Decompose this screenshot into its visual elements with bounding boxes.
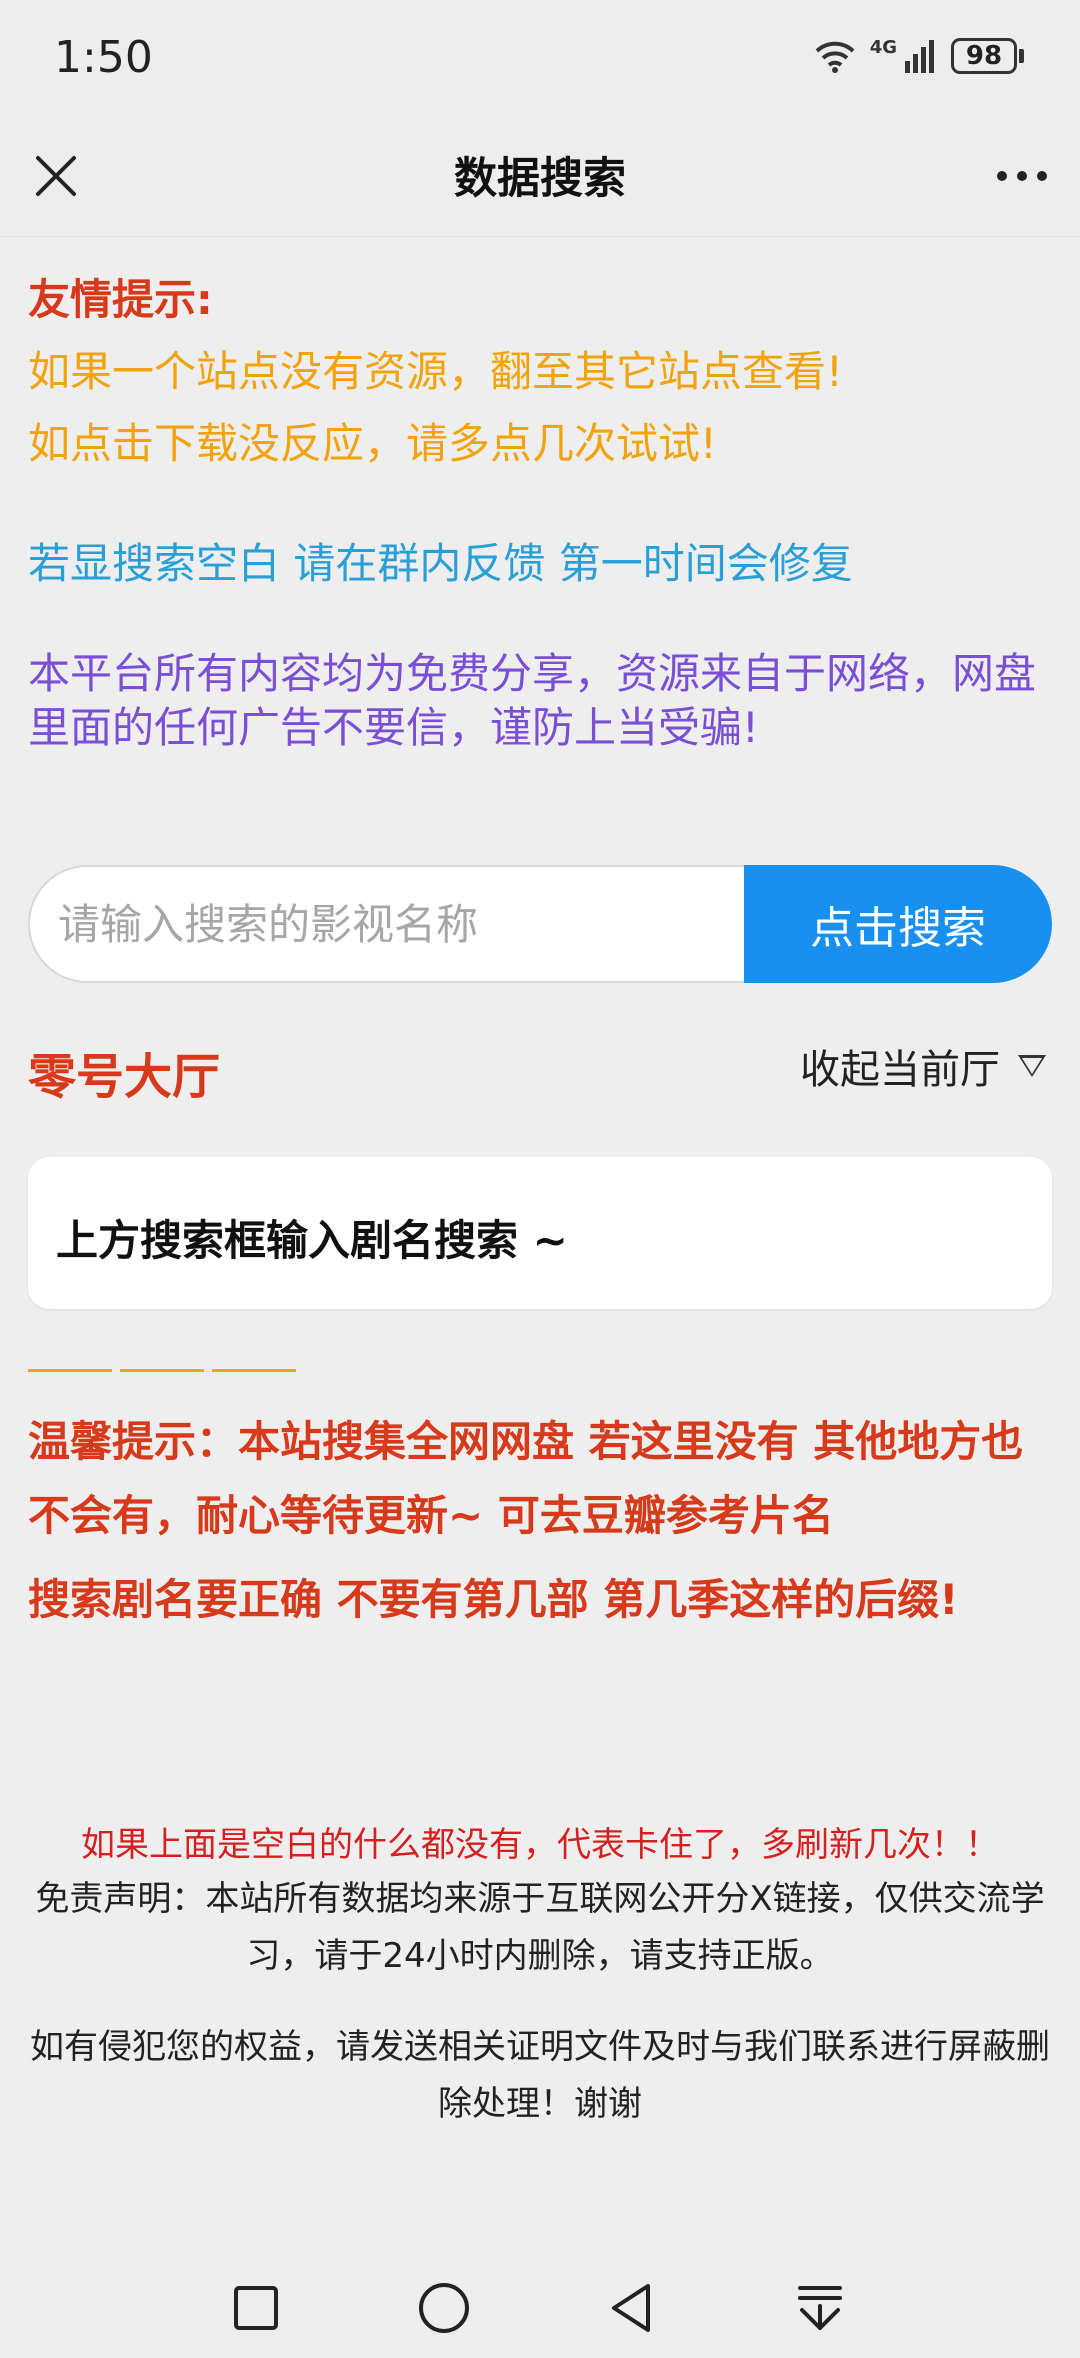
wifi-icon [815,41,855,73]
more-icon[interactable] [992,148,1052,204]
divider [28,1369,302,1372]
network-label: 4G [869,36,897,58]
status-time: 1:50 [54,32,153,83]
tip-line-4: 本平台所有内容均为免费分享，资源来自于网络，网盘里面的任何广告不要信，谨防上当受… [28,649,1037,752]
nav-bar: 数据搜索 [0,118,1080,237]
result-card: 上方搜索框输入剧名搜索 ~ [28,1157,1052,1309]
battery-icon: 98 [951,38,1024,74]
triangle-down-icon [1018,1055,1046,1077]
back-triangle-icon[interactable] [600,2276,664,2340]
collapse-label: 收起当前厅 [800,1047,1000,1093]
collapse-hall-toggle[interactable]: 收起当前厅 [800,1037,1046,1095]
main-content: 友情提示: 如果一个站点没有资源，翻至其它站点查看! 如点击下载没反应，请多点几… [0,237,1080,2237]
tip-line-1: 如果一个站点没有资源，翻至其它站点查看! [28,347,843,396]
status-bar: 1:50 4G 98 [0,0,1080,118]
hall-title: 零号大厅 [28,1049,221,1105]
battery-level: 98 [951,38,1017,74]
result-text: 上方搜索框输入剧名搜索 ~ [56,1216,568,1265]
disclaimer-text: 免责声明：本站所有数据均来源于互联网公开分X链接，仅供交流学习，请于24小时内删… [35,1879,1045,1976]
page: 1:50 4G 98 数据搜索 友情提示: 如果一个站点没有资源，翻至其它站点查… [0,0,1080,2358]
friendly-tip-heading: 友情提示: [28,275,213,324]
page-title: 数据搜索 [454,154,626,204]
system-navigation-bar [0,2258,1080,2358]
search-bar: 点击搜索 [28,865,1052,983]
down-menu-icon[interactable] [788,2276,852,2340]
tip-line-3: 若显搜索空白 请在群内反馈 第一时间会修复 [28,539,853,588]
warm-tip-paragraph-1: 温馨提示：本站搜集全网网盘 若这里没有 其他地方也不会有，耐心等待更新~ 可去豆… [28,1417,1024,1540]
search-button[interactable]: 点击搜索 [744,865,1052,983]
signal-icon [905,40,934,73]
status-icons: 4G 98 [814,34,1024,78]
search-input[interactable] [28,865,744,983]
infringement-notice: 如有侵犯您的权益，请发送相关证明文件及时与我们联系进行屏蔽删除处理！谢谢 [30,2027,1050,2124]
tip-line-2: 如点击下载没反应，请多点几次试试! [28,419,717,468]
refresh-note: 如果上面是空白的什么都没有，代表卡住了，多刷新几次！！ [81,1825,999,1865]
circle-icon[interactable] [412,2276,476,2340]
square-icon[interactable] [224,2276,288,2340]
warm-tip-paragraph-2: 搜索剧名要正确 不要有第几部 第几季这样的后缀! [28,1575,959,1624]
